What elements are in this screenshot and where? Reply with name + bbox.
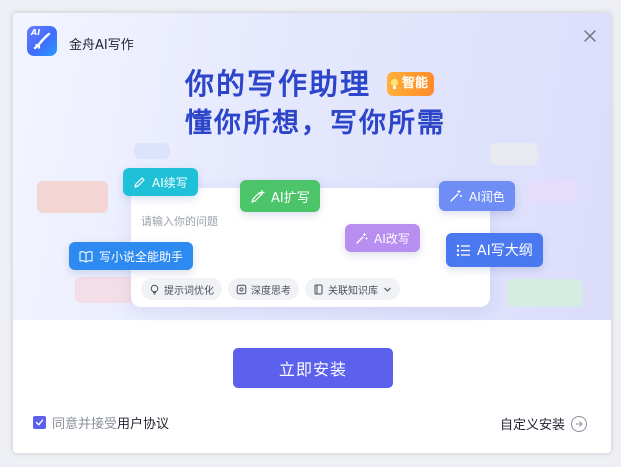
tag-ai-expand[interactable]: AI扩写 — [240, 180, 320, 212]
tag-ai-rewrite[interactable]: AI改写 — [345, 224, 420, 252]
book-icon — [314, 284, 323, 294]
chevron-down-icon — [384, 287, 391, 292]
decor-blob — [507, 279, 583, 307]
tag-label: AI续写 — [152, 175, 188, 190]
headline-line2: 懂你所想，写你所需 — [185, 108, 446, 139]
app-title: 金舟AI写作 — [69, 38, 134, 53]
magic-wand-icon — [450, 190, 462, 202]
arrow-right-circle-icon — [571, 415, 588, 432]
tag-label: AI改写 — [374, 231, 410, 246]
tag-label: AI扩写 — [271, 190, 310, 206]
tag-label: AI写大纲 — [477, 243, 533, 259]
tag-label: AI润色 — [469, 189, 505, 204]
tag-novel-assistant[interactable]: 写小说全能助手 — [69, 242, 194, 270]
custom-install-label: 自定义安装 — [500, 418, 566, 433]
smart-badge: 智能 — [387, 72, 435, 96]
list-icon — [456, 244, 470, 256]
tag-ai-outline[interactable]: AI写大纲 — [446, 233, 543, 267]
chip-knowledge-base[interactable]: 关联知识库 — [305, 278, 400, 300]
decor-blob — [134, 143, 170, 159]
chip-label: 深度思考 — [251, 285, 291, 297]
decor-blob — [37, 181, 108, 213]
chip-label: 关联知识库 — [328, 285, 378, 297]
checkmark-icon — [35, 419, 44, 426]
decor-blob — [75, 277, 139, 303]
custom-install-link[interactable]: 自定义安装 — [500, 414, 588, 433]
pen-icon — [33, 32, 51, 50]
tag-ai-polish[interactable]: AI润色 — [439, 181, 515, 211]
headline-line1: 你的写作助理 — [185, 67, 372, 101]
decor-blob — [490, 143, 538, 165]
agree-text: 同意并接受 — [52, 417, 118, 432]
brain-icon — [236, 284, 247, 294]
chip-deep-thinking[interactable]: 深度思考 — [228, 278, 299, 300]
installer-window: AI 金舟AI写作 你的写作助理 智能 懂你所想，写你所需 请输入你的问题 提示… — [13, 13, 611, 453]
lightbulb-icon — [150, 284, 159, 294]
user-agreement-link[interactable]: 用户协议 — [117, 413, 169, 432]
app-logo: AI — [27, 26, 57, 56]
bulb-icon — [390, 78, 399, 89]
badge-label: 智能 — [402, 76, 429, 91]
decor-blob — [530, 180, 577, 202]
prompt-placeholder[interactable]: 请输入你的问题 — [141, 213, 218, 229]
pen-write-icon — [134, 176, 145, 188]
tag-ai-continue[interactable]: AI续写 — [123, 168, 198, 196]
pen-plus-icon — [251, 189, 265, 203]
close-button[interactable] — [581, 27, 599, 45]
agreement-row: 同意并接受 用户协议 — [33, 413, 169, 432]
open-book-icon — [79, 250, 93, 263]
agree-checkbox[interactable] — [33, 416, 46, 429]
close-icon — [584, 30, 596, 42]
chip-prompt-optimize[interactable]: 提示词优化 — [141, 278, 222, 300]
tag-label: 写小说全能助手 — [99, 249, 184, 264]
install-now-button[interactable]: 立即安装 — [233, 348, 393, 388]
hero-banner: AI 金舟AI写作 你的写作助理 智能 懂你所想，写你所需 请输入你的问题 提示… — [13, 13, 611, 320]
sparkle-wand-icon — [356, 232, 368, 244]
chip-label: 提示词优化 — [164, 285, 214, 297]
